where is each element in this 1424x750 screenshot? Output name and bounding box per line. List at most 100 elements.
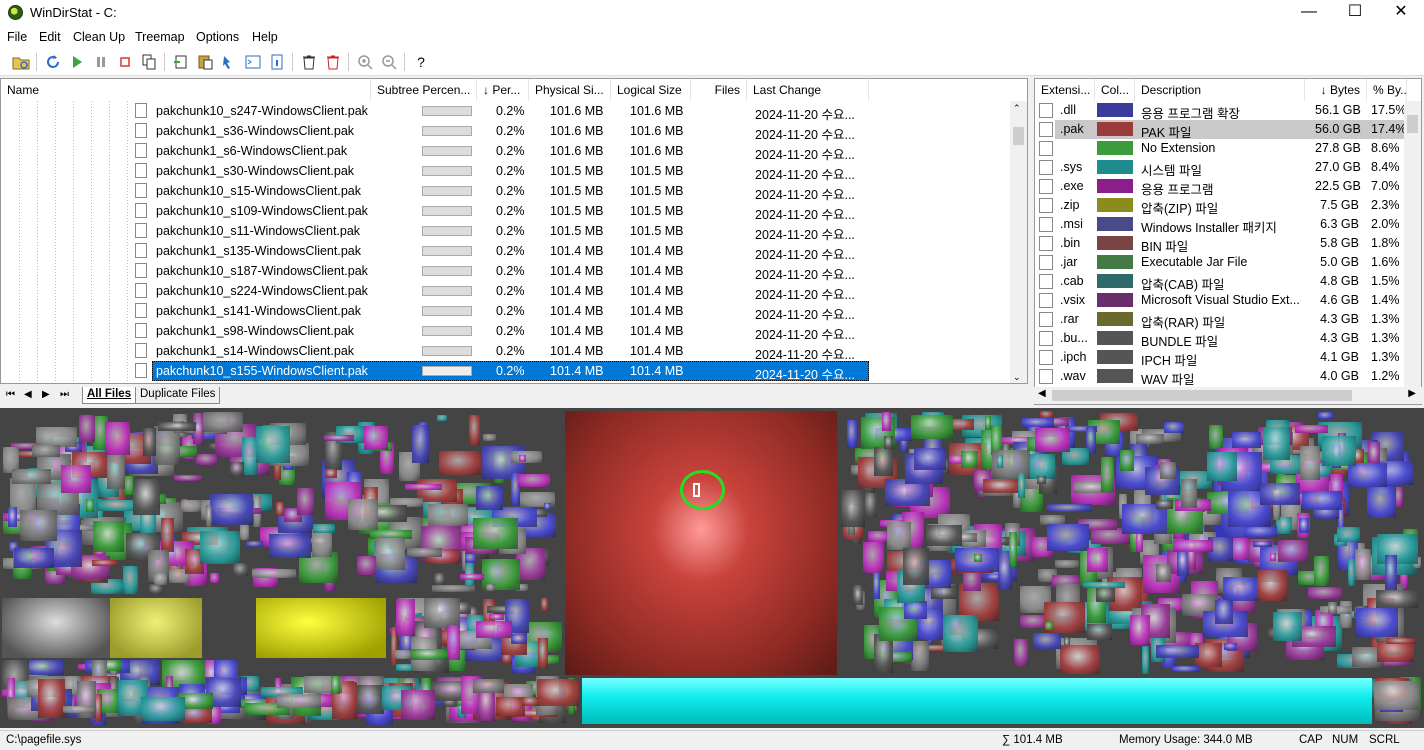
table-row[interactable]: pakchunk1_s141-WindowsClient.pak 0.2% 101.… (1, 301, 1011, 322)
treemap-tile[interactable] (1355, 549, 1371, 580)
play-icon[interactable] (68, 53, 86, 71)
extension-row[interactable]: .dll 응용 프로그램 확장 56.1 GB 17.5% (1035, 101, 1407, 121)
maximize-button[interactable]: ☐ (1332, 0, 1378, 26)
treemap-tile[interactable] (432, 585, 475, 592)
treemap-tile[interactable] (874, 447, 893, 476)
treemap-tile[interactable] (1037, 476, 1046, 484)
treemap-tile[interactable] (277, 694, 321, 708)
treemap-tile[interactable] (1060, 645, 1100, 674)
treemap-tile[interactable] (405, 484, 442, 490)
column-color[interactable]: Col... (1095, 79, 1135, 101)
tab-prev-icon[interactable]: ◀ (24, 389, 32, 400)
column-percent-bytes[interactable]: % By... (1367, 79, 1407, 101)
treemap-tile[interactable] (983, 479, 1021, 493)
treemap-yellow-block-2[interactable] (256, 598, 386, 658)
table-row[interactable]: pakchunk10_s15-WindowsClient.pak 0.2% 101.… (1, 181, 1011, 202)
treemap-tile[interactable] (1300, 446, 1320, 480)
treemap-pak-block[interactable] (565, 411, 837, 675)
treemap-tile[interactable] (863, 542, 884, 573)
treemap-tile[interactable] (428, 504, 468, 526)
treemap-tile[interactable] (210, 494, 253, 525)
column-description[interactable]: Description (1135, 79, 1305, 101)
stop-icon[interactable] (116, 53, 134, 71)
treemap-tile[interactable] (1136, 434, 1164, 444)
table-row[interactable]: pakchunk1_s14-WindowsClient.pak 0.2% 101.4… (1, 341, 1011, 362)
column-extension[interactable]: Extensi... (1035, 79, 1095, 101)
treemap-tile[interactable] (1374, 681, 1419, 710)
treemap-tile[interactable] (1308, 587, 1342, 599)
treemap-tile[interactable] (1022, 418, 1054, 427)
treemap-tile[interactable] (1181, 479, 1197, 508)
table-row[interactable]: pakchunk10_s187-WindowsClient.pak 0.2% 101… (1, 261, 1011, 282)
treemap-tile[interactable] (1156, 645, 1199, 658)
treemap-tile[interactable] (1087, 548, 1108, 572)
treemap-tile[interactable] (196, 454, 217, 465)
treemap-tile[interactable] (483, 434, 496, 441)
treemap-tile[interactable] (325, 469, 337, 478)
treemap-tile[interactable] (24, 660, 64, 675)
treemap-tile[interactable] (1156, 500, 1173, 509)
extension-row[interactable]: .bin BIN 파일 5.8 GB 1.8% (1035, 234, 1407, 254)
treemap-tile[interactable] (149, 584, 163, 594)
treemap-tile[interactable] (1328, 602, 1337, 614)
treemap-tile[interactable] (847, 420, 857, 447)
treemap-tile[interactable] (469, 415, 480, 445)
treemap-tile[interactable] (914, 448, 946, 470)
paste-icon[interactable] (196, 53, 214, 71)
table-row[interactable]: pakchunk10_s109-WindowsClient.pak 0.2% 101… (1, 201, 1011, 222)
column-bytes[interactable]: ↓ Bytes (1305, 79, 1367, 101)
treemap-tile[interactable] (1260, 483, 1300, 505)
treemap-tile[interactable] (1224, 643, 1237, 650)
treemap-tile[interactable] (12, 469, 51, 484)
treemap-tile[interactable] (36, 427, 77, 447)
treemap-yellow-block-1[interactable] (110, 598, 202, 658)
extension-row[interactable]: .pak PAK 파일 56.0 GB 17.4% (1035, 120, 1407, 140)
treemap-tile[interactable] (1318, 412, 1333, 419)
column-subtree-percent[interactable]: Subtree Percen... (371, 79, 477, 101)
treemap-tile[interactable] (1130, 615, 1150, 645)
treemap-tile[interactable] (203, 412, 243, 432)
extension-row[interactable]: .sys 시스템 파일 27.0 GB 8.4% (1035, 158, 1407, 178)
help-icon[interactable]: ? (412, 53, 430, 71)
tab-first-icon[interactable]: ⏮ (6, 389, 15, 400)
treemap-tile[interactable] (1385, 555, 1397, 590)
extension-row[interactable]: .cab 압축(CAB) 파일 4.8 GB 1.5% (1035, 272, 1407, 292)
treemap-tile[interactable] (1096, 587, 1115, 602)
treemap-tile[interactable] (158, 422, 196, 431)
treemap-tile[interactable] (61, 465, 91, 493)
treemap-tile[interactable] (1223, 577, 1259, 601)
treemap-tile[interactable] (14, 548, 54, 568)
tree-vertical-scrollbar[interactable]: ⌃ ⌄ (1010, 101, 1027, 383)
treemap-tile[interactable] (133, 479, 160, 515)
tab-all-files[interactable]: All Files (82, 387, 137, 404)
treemap-tile[interactable] (519, 455, 526, 462)
ext-vertical-scrollbar[interactable] (1404, 101, 1421, 389)
treemap-tile[interactable] (997, 455, 1003, 468)
treemap-tile[interactable] (476, 621, 512, 638)
treemap-tile[interactable] (1215, 600, 1233, 624)
treemap-tile[interactable] (1018, 473, 1025, 498)
treemap-tile[interactable] (864, 491, 877, 517)
treemap-tile[interactable] (1367, 486, 1396, 518)
treemap-tile[interactable] (276, 502, 284, 516)
treemap-tile[interactable] (1087, 624, 1112, 640)
treemap-tile[interactable] (1035, 428, 1070, 452)
treemap-tile[interactable] (974, 554, 982, 562)
open-item-icon[interactable] (172, 53, 190, 71)
treemap-tile[interactable] (312, 529, 332, 557)
menu-help[interactable]: Help (252, 30, 278, 44)
treemap-tile[interactable] (911, 641, 929, 671)
treemap-gray-block[interactable] (2, 598, 110, 658)
treemap-tile[interactable] (407, 548, 442, 557)
treemap-tile[interactable] (1295, 425, 1328, 433)
menu-file[interactable]: File (7, 30, 27, 44)
treemap-tile[interactable] (1156, 564, 1171, 582)
treemap-tile[interactable] (961, 451, 978, 468)
treemap-tile[interactable] (1278, 540, 1308, 562)
treemap-tile[interactable] (324, 435, 354, 441)
treemap-tile[interactable] (473, 679, 504, 693)
treemap-tile[interactable] (1253, 541, 1272, 547)
treemap-tile[interactable] (246, 541, 263, 547)
menu-options[interactable]: Options (196, 30, 239, 44)
treemap-tile[interactable] (1047, 504, 1092, 512)
